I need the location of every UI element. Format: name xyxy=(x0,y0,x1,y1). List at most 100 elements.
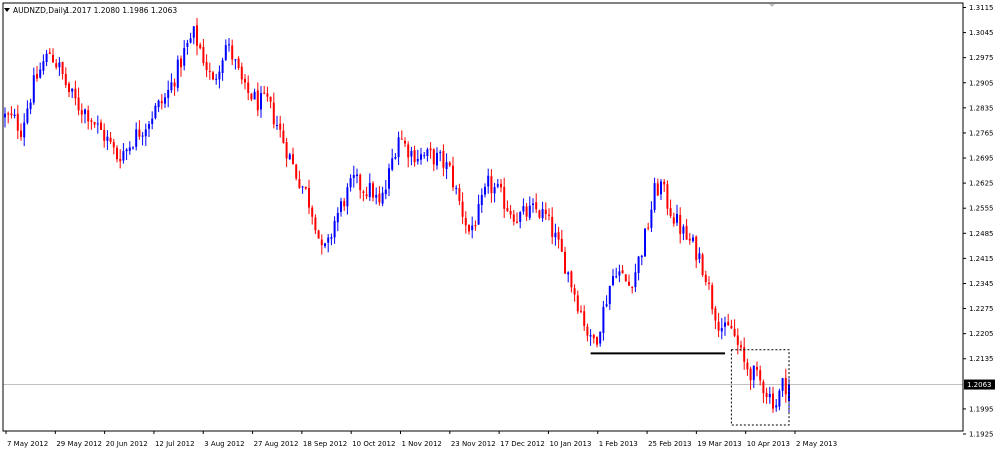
ohlc-values: 1.2017 1.2080 1.1986 1.2063 xyxy=(65,6,177,15)
candle-body xyxy=(311,207,314,217)
candle-body xyxy=(260,93,262,110)
candle-body xyxy=(487,175,490,187)
candle[interactable] xyxy=(176,55,179,92)
candle-body xyxy=(263,92,266,94)
candle-body xyxy=(29,102,32,110)
candle-body xyxy=(48,52,51,54)
x-tick-label: 18 Sep 2012 xyxy=(303,440,347,448)
candle-body xyxy=(205,62,208,71)
candle-body xyxy=(781,378,784,391)
candle-body xyxy=(692,237,694,242)
candle-body xyxy=(215,78,218,80)
y-tick-label: 1.2205 xyxy=(969,330,994,338)
candle-body xyxy=(272,102,275,125)
candle-body xyxy=(352,174,355,179)
candle-body xyxy=(637,256,640,274)
candle-body xyxy=(727,321,730,326)
x-tick-label: 29 May 2012 xyxy=(56,440,102,448)
candle-body xyxy=(493,187,496,194)
x-tick-label: 19 Mar 2013 xyxy=(697,440,741,448)
candle-body xyxy=(576,295,579,312)
price-chart[interactable]: 1.3115 1.3045 1.2975 1.2905 1.2835 1.2765 1.26… xyxy=(0,0,997,451)
candle-body xyxy=(340,201,342,212)
candle-body xyxy=(151,118,154,124)
candle-body xyxy=(256,90,259,111)
candle-body xyxy=(471,225,474,231)
candle[interactable] xyxy=(317,229,320,239)
candle-body xyxy=(458,188,461,201)
candle-body xyxy=(135,129,138,147)
candle-body xyxy=(490,176,493,194)
candle-body xyxy=(160,101,163,104)
x-tick-label: 25 Feb 2013 xyxy=(648,440,692,448)
candle-body xyxy=(112,142,115,148)
candle-body xyxy=(199,44,202,49)
y-tick-label: 1.3045 xyxy=(969,29,994,37)
candle-body xyxy=(180,58,182,68)
candle-body xyxy=(628,281,630,286)
candle-body xyxy=(189,38,192,43)
candle-body xyxy=(404,140,406,144)
candle-body xyxy=(432,149,435,165)
candle-body xyxy=(45,53,48,62)
candle-body xyxy=(71,88,74,92)
candle-body xyxy=(717,321,720,331)
candle-body xyxy=(477,203,480,225)
candle-body xyxy=(84,109,86,115)
y-tick-label: 1.2625 xyxy=(969,180,994,188)
candle-body xyxy=(394,157,397,159)
candle-body xyxy=(426,149,429,156)
candle-body xyxy=(688,238,691,241)
candle-body xyxy=(506,208,509,212)
x-tick-label: 1 Nov 2012 xyxy=(402,440,442,448)
candle-body xyxy=(442,150,445,168)
candle-body xyxy=(682,226,685,234)
candle-body xyxy=(148,124,150,129)
candle-body xyxy=(381,192,384,204)
candle-body xyxy=(560,238,563,252)
candle-body xyxy=(762,381,765,394)
x-tick-label: 2 May 2013 xyxy=(796,440,837,448)
candle-body xyxy=(106,136,109,141)
candle-body xyxy=(221,60,224,73)
candle-body xyxy=(208,70,211,72)
candle-body xyxy=(16,113,19,131)
candle-body xyxy=(724,322,726,327)
candle-body xyxy=(125,149,128,152)
candle-body xyxy=(749,368,752,381)
candle-body xyxy=(80,110,83,115)
candle-body xyxy=(314,217,317,231)
candle-body xyxy=(752,365,755,380)
candle-body xyxy=(512,214,515,222)
candle[interactable] xyxy=(295,163,298,181)
candle-body xyxy=(122,151,125,161)
candle-body xyxy=(359,174,362,191)
x-tick-label: 12 Jul 2012 xyxy=(155,440,195,448)
current-price-tag: 1.2063 xyxy=(964,379,995,390)
candle-body xyxy=(496,184,499,187)
candle-body xyxy=(528,205,531,218)
candle-body xyxy=(324,243,326,247)
candle-body xyxy=(368,183,371,198)
candle-body xyxy=(522,206,525,212)
candle-body xyxy=(631,287,634,289)
candle-body xyxy=(756,367,758,370)
candle[interactable] xyxy=(538,209,541,219)
candle-body xyxy=(327,237,330,243)
candle-body xyxy=(666,184,669,209)
y-tick-label: 1.2835 xyxy=(969,104,994,112)
candle[interactable] xyxy=(644,227,646,257)
candle-body xyxy=(23,122,26,138)
candle-body xyxy=(679,214,682,234)
candle-body xyxy=(656,183,659,196)
candle[interactable] xyxy=(701,252,704,277)
candle-body xyxy=(570,271,573,288)
candle-body xyxy=(532,203,534,205)
y-tick-label: 1.2485 xyxy=(969,230,994,238)
candle-body xyxy=(285,142,288,159)
candle-body xyxy=(20,130,22,138)
candle[interactable] xyxy=(624,274,627,283)
candle-body xyxy=(183,48,186,66)
candle-body xyxy=(74,88,77,99)
candle-body xyxy=(295,164,298,179)
